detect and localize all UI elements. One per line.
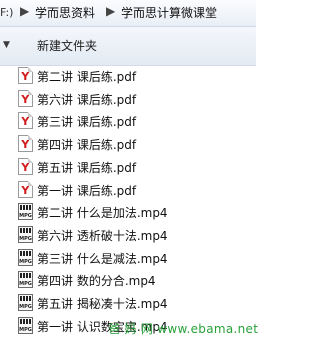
file-name[interactable]: 第三讲 什么是减法.mp4 <box>37 250 168 267</box>
video-icon-label: MPG <box>19 281 32 288</box>
video-icon-label: MPG <box>19 235 32 242</box>
pdf-file-icon: ⅄ <box>18 157 33 175</box>
video-icon-label: MPG <box>19 304 32 310</box>
file-row[interactable]: MPG 第五讲 揭秘凑十法.mp4 <box>0 292 256 314</box>
file-row[interactable]: MPG 第六讲 透析破十法.mp4 <box>0 224 256 246</box>
toolbar: ▼ 新建文件夹 <box>0 27 256 66</box>
video-file-icon: MPG <box>18 316 33 334</box>
breadcrumb-separator-icon[interactable]: ▶ <box>106 4 115 18</box>
video-icon-label: MPG <box>19 213 32 220</box>
file-row[interactable]: ⅄ 第四讲 课后练.pdf <box>0 133 256 155</box>
video-file-icon: MPG <box>18 203 33 221</box>
file-name[interactable]: 第一讲 课后练.pdf <box>37 182 136 199</box>
file-name[interactable]: 第五讲 课后练.pdf <box>37 159 136 176</box>
file-name[interactable]: 第六讲 透析破十法.mp4 <box>37 227 168 244</box>
breadcrumb-item-study-materials[interactable]: 学而思资料 <box>35 4 95 21</box>
file-row[interactable]: ⅄ 第三讲 课后练.pdf <box>0 110 256 132</box>
file-name[interactable]: 第四讲 数的分合.mp4 <box>37 272 156 289</box>
file-name[interactable]: 第二讲 课后练.pdf <box>37 68 136 85</box>
file-row[interactable]: ⅄ 第六讲 课后练.pdf <box>0 88 256 110</box>
file-row[interactable]: ⅄ 第二讲 课后练.pdf <box>0 65 256 87</box>
file-name[interactable]: 第五讲 揭秘凑十法.mp4 <box>37 295 168 312</box>
pdf-file-icon: ⅄ <box>18 89 33 107</box>
pdf-file-icon: ⅄ <box>18 180 33 198</box>
file-row[interactable]: MPG 第四讲 数的分合.mp4 <box>0 269 256 291</box>
video-file-icon: MPG <box>18 225 33 243</box>
video-file-icon: MPG <box>18 294 33 311</box>
video-file-icon: MPG <box>18 248 33 266</box>
pdf-file-icon: ⅄ <box>18 67 33 84</box>
video-icon-label: MPG <box>19 326 32 333</box>
video-file-icon: MPG <box>18 271 33 289</box>
file-name[interactable]: 第三讲 课后练.pdf <box>37 113 136 130</box>
file-name[interactable]: 第六讲 课后练.pdf <box>37 91 136 108</box>
pdf-file-icon: ⅄ <box>18 112 33 130</box>
breadcrumb-bar: F:) ▶ 学而思资料 ▶ 学而思计算微课堂 <box>0 0 256 27</box>
breadcrumb-separator-icon[interactable]: ▶ <box>20 4 29 18</box>
file-row[interactable]: MPG 第三讲 什么是减法.mp4 <box>0 247 256 269</box>
new-folder-button[interactable]: 新建文件夹 <box>37 37 97 54</box>
video-icon-label: MPG <box>19 258 32 265</box>
chevron-down-icon[interactable]: ▼ <box>3 40 10 50</box>
file-row[interactable]: ⅄ 第五讲 课后练.pdf <box>0 156 256 178</box>
file-name[interactable]: 第二讲 什么是加法.mp4 <box>37 204 168 221</box>
file-row[interactable]: ⅄ 第一讲 课后练.pdf <box>0 179 256 201</box>
drive-label[interactable]: F:) <box>0 6 13 19</box>
breadcrumb-item-micro-class[interactable]: 学而思计算微课堂 <box>121 4 217 21</box>
file-name[interactable]: 第四讲 课后练.pdf <box>37 136 136 153</box>
watermark: 爸 妈 网 www.ebama.net <box>108 322 259 336</box>
file-row[interactable]: MPG 第二讲 什么是加法.mp4 <box>0 201 256 223</box>
pdf-file-icon: ⅄ <box>18 135 33 153</box>
